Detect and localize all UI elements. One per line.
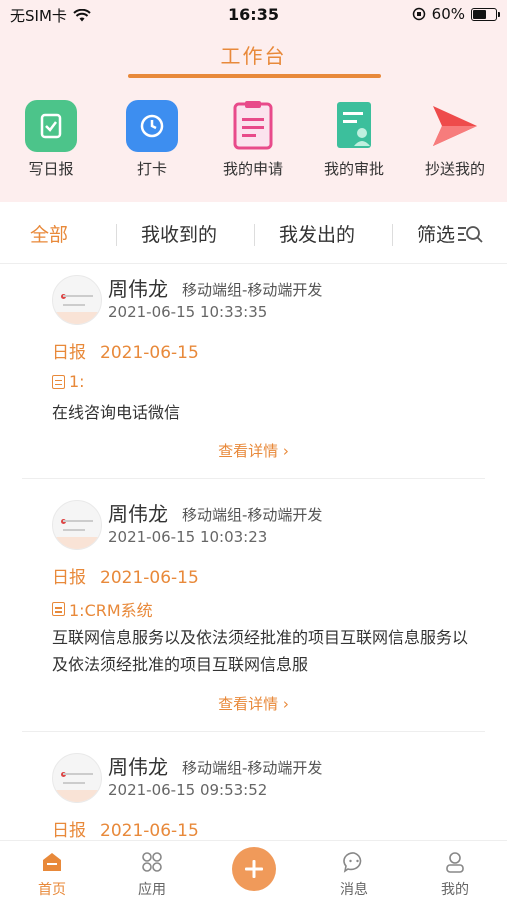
status-bar: 无SIM卡 16:35 60% <box>0 0 507 30</box>
tab-home[interactable]: 首页 <box>12 849 92 899</box>
report-content: 在线咨询电话微信 <box>52 403 181 422</box>
report-item: 1: <box>52 372 85 391</box>
application-icon <box>227 100 279 152</box>
tab-apps[interactable]: 应用 <box>112 849 192 899</box>
avatar <box>52 275 102 325</box>
shortcut-my-approval[interactable]: 我的审批 <box>304 100 404 179</box>
shortcut-my-application[interactable]: 我的申请 <box>203 100 303 179</box>
report-date: 2021-06-15 <box>100 568 199 588</box>
shortcut-daily-report[interactable]: 写日报 <box>1 100 101 179</box>
tab-label: 消息 <box>340 882 368 898</box>
report-card[interactable]: 周伟龙 移动端组-移动端开发 2021-06-15 10:33:35 日报 202… <box>22 265 485 477</box>
chevron-right-icon: › <box>282 442 289 460</box>
chevron-right-icon: › <box>282 695 289 713</box>
shortcut-label: 我的申请 <box>222 160 283 178</box>
view-detail-label: 查看详情 <box>218 442 279 460</box>
report-card[interactable]: 周伟龙 移动端组-移动端开发 2021-06-15 10:03:23 日报 202… <box>22 490 485 730</box>
tab-messages[interactable]: 消息 <box>314 849 394 899</box>
report-item: 1:CRM系统 <box>52 597 153 621</box>
shortcut-grid: 写日报 打卡 我的申请 我的审批 抄送我的 <box>0 100 507 190</box>
battery-percent: 60% <box>431 5 465 23</box>
plus-icon <box>245 860 263 878</box>
tab-profile[interactable]: 我的 <box>415 849 495 899</box>
filter-button[interactable]: 筛选 <box>417 220 483 247</box>
view-detail-link[interactable]: 查看详情 › <box>22 693 485 714</box>
author-dept: 移动端组-移动端开发 <box>182 759 323 777</box>
report-item-title: 1:CRM系统 <box>69 601 153 620</box>
card-divider <box>22 731 485 732</box>
filter-search-icon <box>458 225 483 243</box>
author-name: 周伟龙 <box>108 277 168 301</box>
tab-all[interactable]: 全部 <box>30 220 68 247</box>
home-icon <box>39 849 65 875</box>
report-date: 2021-06-15 <box>100 343 199 363</box>
shortcut-label: 打卡 <box>136 160 167 178</box>
report-type: 日报 <box>52 343 86 363</box>
report-time: 2021-06-15 10:03:23 <box>108 528 268 546</box>
document-icon <box>52 602 65 616</box>
message-icon <box>341 849 367 875</box>
card-divider <box>22 478 485 479</box>
page-title: 工作台 <box>220 44 287 68</box>
send-icon <box>429 100 481 152</box>
add-button[interactable] <box>232 847 276 891</box>
battery-icon <box>471 7 500 21</box>
author-dept: 移动端组-移动端开发 <box>182 506 323 524</box>
report-type-line: 日报 2021-06-15 <box>52 563 199 588</box>
author-name: 周伟龙 <box>108 755 168 779</box>
report-type: 日报 <box>52 568 86 588</box>
tab-label: 首页 <box>38 882 66 898</box>
shortcut-label: 写日报 <box>28 160 74 178</box>
report-type-line: 日报 2021-06-15 <box>52 816 199 840</box>
shortcut-clock-in[interactable]: 打卡 <box>102 100 202 179</box>
report-type: 日报 <box>52 821 86 840</box>
divider <box>116 224 117 246</box>
shortcut-cc-me[interactable]: 抄送我的 <box>405 100 505 179</box>
shortcut-label: 抄送我的 <box>424 160 485 178</box>
approval-icon <box>328 100 380 152</box>
report-content: 互联网信息服务以及依法须经批准的项目互联网信息服务以及依法须经批准的项目互联网信… <box>52 628 469 674</box>
tab-sent[interactable]: 我发出的 <box>279 220 355 247</box>
filter-label: 筛选 <box>417 224 456 246</box>
apps-icon <box>139 849 165 875</box>
filter-bar: 全部 我收到的 我发出的 筛选 <box>0 202 507 264</box>
daily-report-icon <box>25 100 77 152</box>
author-dept: 移动端组-移动端开发 <box>182 281 323 299</box>
divider <box>392 224 393 246</box>
orientation-lock-icon <box>412 7 425 21</box>
author-name: 周伟龙 <box>108 502 168 526</box>
report-date: 2021-06-15 <box>100 821 199 840</box>
bottom-tab-bar: 首页 应用 消息 我的 <box>0 840 507 900</box>
tab-label: 我的 <box>441 882 469 898</box>
avatar <box>52 500 102 550</box>
avatar <box>52 753 102 803</box>
report-time: 2021-06-15 09:53:52 <box>108 781 268 799</box>
report-item-title: 1: <box>69 372 85 391</box>
report-feed: 周伟龙 移动端组-移动端开发 2021-06-15 10:33:35 日报 202… <box>0 265 507 840</box>
tab-received[interactable]: 我收到的 <box>141 220 217 247</box>
view-detail-link[interactable]: 查看详情 › <box>22 440 485 461</box>
title-underline <box>128 74 381 78</box>
document-icon <box>52 374 65 389</box>
tab-label: 应用 <box>138 882 166 898</box>
battery-level <box>473 9 487 19</box>
report-card[interactable]: 周伟龙 移动端组-移动端开发 2021-06-15 09:53:52 日报 202… <box>22 743 485 840</box>
profile-icon <box>442 849 468 875</box>
report-type-line: 日报 2021-06-15 <box>52 338 199 363</box>
clock-in-icon <box>126 100 178 152</box>
view-detail-label: 查看详情 <box>218 695 279 713</box>
report-time: 2021-06-15 10:33:35 <box>108 303 268 321</box>
divider <box>254 224 255 246</box>
shortcut-label: 我的审批 <box>323 160 384 178</box>
